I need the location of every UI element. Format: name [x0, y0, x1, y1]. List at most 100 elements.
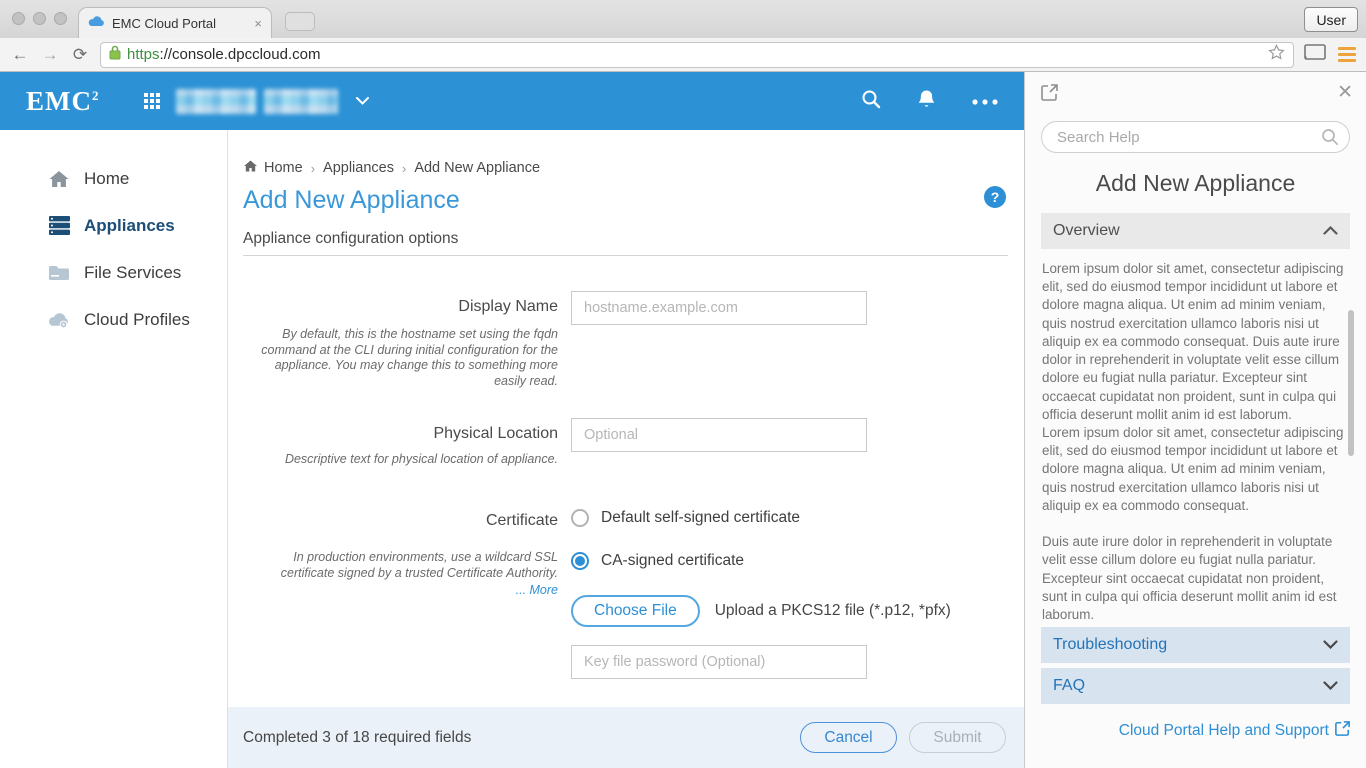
help-scrollbar-thumb[interactable] [1348, 310, 1354, 456]
file-services-icon [47, 263, 71, 283]
sidebar-item-appliances[interactable]: Appliances [0, 202, 227, 249]
help-search-icon[interactable] [1321, 128, 1339, 151]
help-paragraph: Duis aute irure dolor in reprehenderit i… [1042, 534, 1337, 621]
help-overview-content: Lorem ipsum dolor sit amet, consectetur … [1041, 249, 1350, 621]
breadcrumb: Home › Appliances › Add New Appliance [243, 159, 1008, 177]
browser-tab-strip: EMC Cloud Portal × User [0, 0, 1366, 38]
sidebar-item-label: Cloud Profiles [84, 309, 190, 329]
chevron-down-icon [1323, 677, 1338, 695]
key-file-password-input[interactable] [571, 645, 867, 680]
workspace-name-redacted [263, 88, 338, 114]
submit-button[interactable]: Submit [909, 722, 1006, 753]
user-profile-button[interactable]: User [1304, 7, 1358, 32]
browser-url-bar: ← → ⟳ https://console.dpccloud.com [0, 38, 1366, 72]
sidebar-item-file-services[interactable]: File Services [0, 249, 227, 296]
open-in-new-window-icon[interactable] [1041, 84, 1058, 106]
breadcrumb-home-icon [243, 159, 258, 177]
physical-location-row: Physical Location Descriptive text for p… [243, 417, 1008, 468]
cloud-profiles-icon [47, 311, 71, 329]
radio-label: CA-signed certificate [601, 552, 745, 570]
workspace-name-redacted [175, 88, 256, 114]
choose-file-button[interactable]: Choose File [571, 595, 700, 628]
url-scheme: https [127, 45, 160, 63]
browser-menu-icon[interactable] [1338, 47, 1356, 62]
sidebar-item-label: Home [84, 168, 130, 188]
help-support-link[interactable]: Cloud Portal Help and Support [1041, 721, 1350, 741]
accordion-label: FAQ [1053, 677, 1086, 694]
address-bar[interactable]: https://console.dpccloud.com [100, 41, 1294, 68]
tab-close-icon[interactable]: × [254, 16, 262, 31]
form-footer: Completed 3 of 18 required fields Cancel… [228, 707, 1024, 768]
breadcrumb-link[interactable]: Appliances [323, 160, 394, 176]
emc-logo: EMC2 [26, 85, 100, 116]
display-name-help-text: By default, this is the hostname set usi… [261, 327, 558, 388]
lock-icon [109, 45, 121, 65]
cloud-favicon [88, 14, 105, 32]
certificate-row: Certificate In production environments, … [243, 509, 1008, 680]
browser-tab[interactable]: EMC Cloud Portal × [78, 7, 272, 38]
radio-button[interactable] [571, 509, 589, 528]
app-switcher-grid-icon[interactable] [143, 93, 160, 109]
accordion-troubleshooting[interactable]: Troubleshooting [1041, 627, 1350, 663]
sidebar-item-label: File Services [84, 262, 182, 282]
forward-icon[interactable]: → [40, 45, 60, 65]
breadcrumb-link[interactable]: Home [264, 160, 303, 176]
section-divider [243, 255, 1008, 256]
main-content: Home › Appliances › Add New Appliance Ad… [228, 130, 1024, 768]
sidebar-item-cloud-profiles[interactable]: Cloud Profiles [0, 296, 227, 343]
help-panel: ✕ Add New Appliance Overview Lorem ipsum… [1024, 72, 1366, 768]
sidebar-item-label: Appliances [84, 215, 175, 235]
back-icon[interactable]: ← [10, 45, 30, 65]
cast-icon[interactable] [1304, 43, 1326, 66]
refresh-icon[interactable]: ⟳ [70, 45, 90, 65]
help-panel-title: Add New Appliance [1095, 170, 1296, 196]
appliance-form: Display Name By default, this is the hos… [243, 291, 1008, 680]
sidebar-nav: Home Appliances File Services Cloud Prof… [0, 130, 228, 768]
help-search-input[interactable] [1041, 121, 1350, 153]
page-help-icon[interactable]: ? [984, 186, 1006, 208]
external-link-icon [1335, 721, 1350, 741]
search-icon[interactable] [861, 89, 881, 114]
display-name-input[interactable] [571, 291, 867, 325]
physical-location-input[interactable] [571, 417, 867, 452]
upload-hint-text: Upload a PKCS12 file (*.p12, *pfx) [714, 602, 951, 620]
section-subtitle: Appliance configuration options [243, 230, 459, 247]
home-icon [47, 169, 71, 189]
required-fields-progress: Completed 3 of 18 required fields [243, 728, 472, 746]
accordion-label: Troubleshooting [1053, 636, 1168, 653]
accordion-overview[interactable]: Overview [1041, 213, 1350, 249]
radio-button[interactable] [571, 552, 589, 571]
more-options-ellipsis-icon[interactable] [972, 92, 998, 110]
accordion-label: Overview [1053, 222, 1120, 239]
physical-location-help-text: Descriptive text for physical location o… [284, 451, 558, 466]
chevron-up-icon [1323, 222, 1338, 240]
chevron-down-icon[interactable] [355, 92, 369, 110]
accordion-faq[interactable]: FAQ [1041, 668, 1350, 704]
breadcrumb-current: Add New Appliance [414, 160, 541, 176]
cancel-button[interactable]: Cancel [800, 722, 897, 753]
app-header: EMC2 [0, 72, 1024, 130]
notifications-bell-icon[interactable] [917, 89, 936, 114]
new-tab-button[interactable] [285, 12, 315, 31]
breadcrumb-separator: › [310, 160, 316, 176]
display-name-row: Display Name By default, this is the hos… [243, 291, 1008, 390]
bookmark-star-icon[interactable] [1268, 43, 1285, 66]
physical-location-label: Physical Location [433, 424, 558, 442]
page-title: Add New Appliance [243, 186, 460, 214]
url-text: ://console.dpccloud.com [159, 45, 321, 63]
chevron-down-icon [1323, 636, 1338, 654]
certificate-help-text: In production environments, use a wildca… [280, 550, 558, 580]
sidebar-item-home[interactable]: Home [0, 155, 227, 202]
close-help-panel-icon[interactable]: ✕ [1337, 81, 1353, 104]
appliances-icon [47, 215, 71, 236]
breadcrumb-separator: › [401, 160, 407, 176]
certificate-more-link[interactable]: ... More [243, 583, 558, 597]
radio-ca-signed[interactable]: CA-signed certificate [571, 552, 951, 571]
window-controls[interactable] [12, 12, 67, 25]
radio-label: Default self-signed certificate [601, 509, 801, 527]
tab-title: EMC Cloud Portal [112, 15, 217, 31]
help-paragraph: Lorem ipsum dolor sit amet, consectetur … [1042, 261, 1344, 513]
radio-default-self-signed[interactable]: Default self-signed certificate [571, 509, 951, 528]
display-name-label: Display Name [458, 298, 558, 315]
certificate-label: Certificate [485, 512, 558, 530]
